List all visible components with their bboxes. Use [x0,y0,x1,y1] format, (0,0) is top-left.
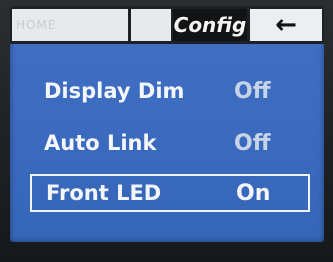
setting-label: Front LED [46,181,162,205]
back-arrow-icon: ← [275,10,297,40]
setting-label: Display Dim [44,79,185,103]
setting-value: On [236,180,271,206]
setting-label: Auto Link [44,131,157,155]
lcd-screen: HOME Config ← Display Dim Off Auto Link … [10,6,324,242]
tab-home-label: HOME [16,18,57,32]
tab-config-label: Config [173,13,247,37]
tab-home[interactable]: HOME [12,9,128,41]
setting-value: Off [234,78,271,104]
setting-row-auto-link[interactable]: Auto Link Off [30,124,310,162]
setting-value: Off [234,130,271,156]
setting-row-display-dim[interactable]: Display Dim Off [30,72,310,110]
tab-config[interactable]: Config [173,9,247,41]
setting-row-front-led[interactable]: Front LED On [30,174,310,212]
tab-empty[interactable] [131,9,171,41]
tab-bar: HOME Config ← [10,6,324,44]
back-button[interactable]: ← [250,9,322,41]
